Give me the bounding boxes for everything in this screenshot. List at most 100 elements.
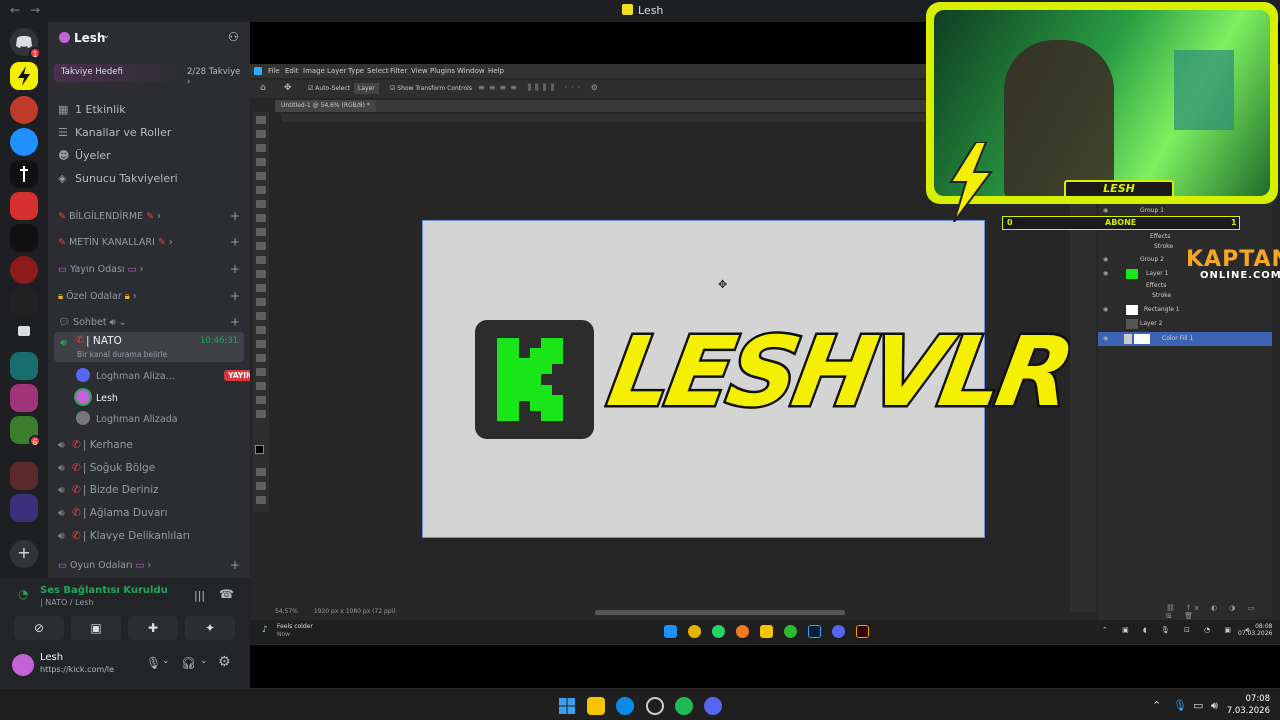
menu-events[interactable]: ▦ 1 Etkinlik [58,103,126,116]
category-ozel[interactable]: 🔒︎ Özel Odalar 🔒︎ › + [58,289,240,303]
server-icon[interactable] [10,288,38,316]
gradient-tool-icon[interactable] [256,284,266,292]
eraser-tool-icon[interactable] [256,270,266,278]
crop-tool-icon[interactable] [256,172,266,180]
frame-tool-icon[interactable] [256,186,266,194]
move-icon[interactable]: ✥ [284,83,292,93]
lasso-tool-icon[interactable] [256,144,266,152]
voice-channel[interactable]: 🔊︎ ✆ | Kerhane [58,439,133,452]
document-tab[interactable]: Untitled-1 @ 54,6% (RGB/8) * [275,100,376,112]
select-tool-icon[interactable] [256,158,266,166]
home-icon[interactable]: ⌂ [260,83,266,93]
spotify-icon[interactable] [675,697,693,715]
noise-icon[interactable]: ||| [194,589,205,602]
layer-row-selected[interactable]: ◉ Color Fill 1 [1098,332,1272,346]
zoom-tool-icon[interactable] [256,396,266,404]
healing-tool-icon[interactable] [256,214,266,222]
camera-off-button[interactable]: ⊘ [14,616,64,640]
add-server-icon[interactable]: + [10,540,38,568]
add-channel-icon[interactable]: + [230,558,240,572]
voice-member[interactable]: Loghman Alizada [76,411,178,425]
type-tool-icon[interactable] [256,340,266,348]
forward-button[interactable]: → [30,3,40,17]
shape-tool-icon[interactable] [256,368,266,376]
menu-file[interactable]: File [268,67,280,75]
menu-plugins[interactable]: Plugins [430,67,455,75]
display-icon[interactable]: ▭ [1193,699,1203,712]
pen-tool-icon[interactable] [256,326,266,334]
edge-icon[interactable] [616,697,634,715]
menu-view[interactable]: View [411,67,428,75]
layer-row[interactable]: Stroke [1098,289,1272,303]
menu-channels-roles[interactable]: ☰ Kanallar ve Roller [58,126,171,139]
avatar[interactable] [12,654,34,676]
voice-channel-nato[interactable]: 🔊︎ ✆ | NATO 10:46:31 Bir kanal durama be… [54,332,244,362]
menu-help[interactable]: Help [488,67,504,75]
menu-layer[interactable]: Layer [327,67,347,75]
more-tools-icon[interactable] [256,410,266,418]
menu-image[interactable]: Image [303,67,325,75]
tray-overflow-icon[interactable]: ⌃ [1152,699,1161,712]
path-select-icon[interactable] [256,354,266,362]
add-channel-icon[interactable]: + [230,289,240,303]
disconnect-icon[interactable]: ☎ [219,587,234,601]
server-icon[interactable] [10,256,38,284]
gear-icon[interactable]: ⚙ [218,654,231,670]
server-header[interactable]: Lesh ⌄ ⚇ [48,22,250,54]
layer-panel-actions[interactable]: ⛓ fx ◐ ◑ ▭ ⊞ 🗑︎ [1166,604,1272,620]
microphone-icon[interactable]: 🎙︎ [146,656,161,670]
windows-start-icon[interactable] [558,697,576,715]
stamp-tool-icon[interactable] [256,242,266,250]
category-bilgilendirme[interactable]: ✎ BİLGİLENDİRME ✎ › + [58,209,240,223]
microphone-icon[interactable]: 🎙︎ [1173,699,1187,712]
category-metin[interactable]: ✎ METİN KANALLARI ✎ › + [58,235,240,249]
menu-type[interactable]: Type [348,67,364,75]
voice-location[interactable]: | NATO / Lesh [40,598,94,607]
voice-member[interactable]: Lesh [76,390,118,404]
eye-icon[interactable]: ◉ [1103,303,1108,317]
dodge-tool-icon[interactable] [256,312,266,320]
soundboard-button[interactable]: ✦ [185,616,235,640]
category-yayin[interactable]: ▭ Yayın Odası ▭ › + [58,262,240,276]
category-sohbet[interactable]: 💬︎ Sohbet 🔊︎ ⌄ + [58,315,240,329]
server-icon[interactable] [10,494,38,522]
folder-icon[interactable] [10,318,38,346]
server-icon[interactable] [10,384,38,412]
screen-share-button[interactable]: ▣ [71,616,121,640]
eye-icon[interactable]: ◉ [1103,332,1108,346]
add-channel-icon[interactable]: + [230,315,240,329]
add-channel-icon[interactable]: + [230,209,240,223]
layer-row[interactable]: Layer 2 [1098,317,1272,331]
server-icon[interactable]: 6 [10,416,41,447]
voice-member[interactable]: Loghman Aliza... YAYINDA [76,368,269,382]
chevron-down-icon[interactable]: ⌄ [200,656,208,666]
quick-mask-icon[interactable] [256,468,266,476]
file-explorer-icon[interactable] [587,697,605,715]
auto-select-checkbox[interactable]: ☑ Auto-Select [308,85,350,92]
transform-checkbox[interactable]: ☑ Show Transform Controls [390,85,472,92]
foreground-color-swatch[interactable] [255,445,264,454]
menu-members[interactable]: ☻ Üyeler [58,149,111,162]
server-icon[interactable] [10,192,38,220]
zoom-level[interactable]: 54,57% [275,608,298,615]
marquee-tool-icon[interactable] [256,130,266,138]
chevron-down-icon[interactable]: ⌄ [162,656,170,666]
blur-tool-icon[interactable] [256,298,266,306]
voice-channel[interactable]: 🔊︎ ✆ | Soğuk Bölge [58,462,155,475]
headphones-icon[interactable]: 🎧︎ [181,656,196,670]
activities-button[interactable]: ✚ [128,616,178,640]
voice-status[interactable]: Ses Bağlantısı Kuruldu [40,585,168,596]
server-icon[interactable] [10,224,38,252]
server-icon-lesh[interactable] [10,62,38,90]
server-icon[interactable] [10,96,38,124]
server-icon[interactable] [10,462,38,490]
user-name[interactable]: Lesh [40,652,63,663]
layer-row[interactable]: ◉ Rectangle 1 [1098,303,1272,317]
menu-edit[interactable]: Edit [285,67,299,75]
dm-home-icon[interactable]: 1 [10,28,41,59]
move-tool-icon[interactable] [256,116,266,124]
server-icon[interactable] [10,160,38,188]
add-channel-icon[interactable]: + [230,262,240,276]
hand-tool-icon[interactable] [256,382,266,390]
menu-boosts[interactable]: ◈ Sunucu Takviyeleri [58,172,178,185]
